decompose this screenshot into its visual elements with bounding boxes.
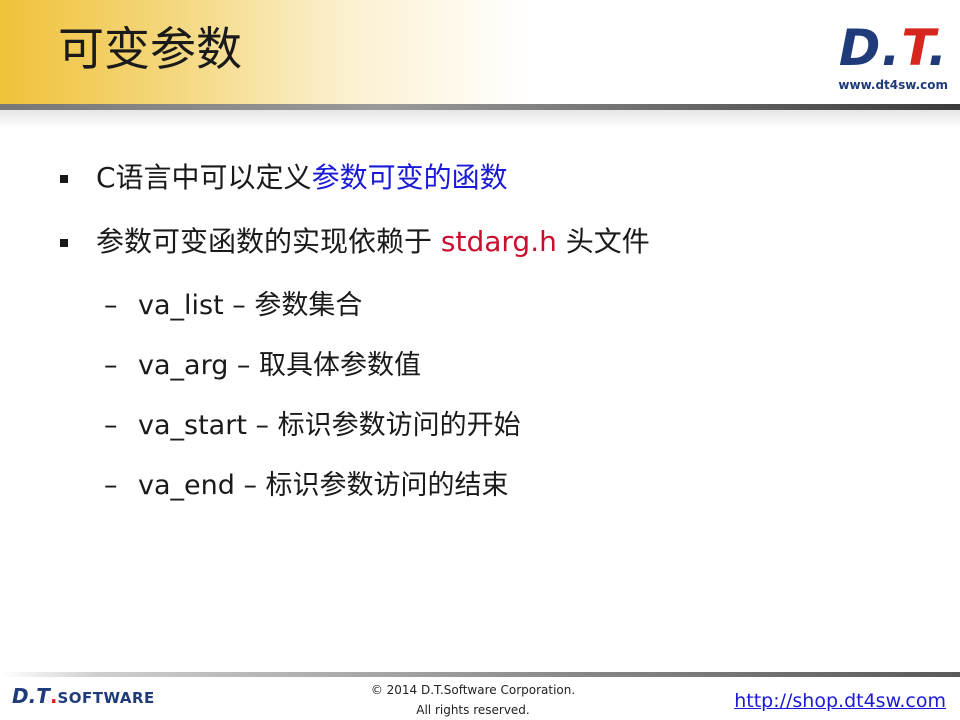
square-bullet-icon bbox=[60, 239, 68, 247]
sub-item-va-start: – va_start – 标识参数访问的开始 bbox=[104, 407, 521, 445]
sub-item-text: va_end – 标识参数访问的结束 bbox=[138, 470, 509, 501]
bullet-highlight: 参数可变的函数 bbox=[311, 161, 508, 194]
footer-divider bbox=[0, 672, 960, 677]
sub-item-text: va_start – 标识参数访问的开始 bbox=[138, 410, 521, 441]
shop-link[interactable]: http://shop.dt4sw.com bbox=[734, 690, 946, 712]
bullet-suffix: 头文件 bbox=[556, 225, 650, 258]
bullet-item-1: C语言中可以定义参数可变的函数 bbox=[60, 158, 508, 198]
sub-item-va-list: – va_list – 参数集合 bbox=[104, 287, 362, 325]
dt-logo: D.T. www.dt4sw.com bbox=[818, 20, 948, 100]
bullet-text: 参数可变函数的实现依赖于 stdarg.h 头文件 bbox=[60, 225, 650, 258]
bullet-highlight: stdarg.h bbox=[440, 225, 557, 258]
dash-bullet: – bbox=[104, 290, 118, 321]
logo-letter-d: D bbox=[838, 19, 882, 77]
bullet-prefix: 参数可变函数的实现依赖于 bbox=[96, 225, 441, 258]
bullet-item-2: 参数可变函数的实现依赖于 stdarg.h 头文件 bbox=[60, 222, 650, 262]
logo-dot: . bbox=[881, 19, 902, 77]
bullet-prefix: C语言中可以定义 bbox=[96, 161, 312, 194]
sub-item-va-end: – va_end – 标识参数访问的结束 bbox=[104, 467, 509, 505]
dash-bullet: – bbox=[104, 350, 118, 381]
square-bullet-icon bbox=[60, 175, 68, 183]
sub-item-va-arg: – va_arg – 取具体参数值 bbox=[104, 347, 421, 385]
logo-dot-2: . bbox=[928, 19, 948, 77]
header-shadow bbox=[0, 110, 960, 128]
logo-letter-t: T bbox=[901, 19, 928, 77]
logo-url: www.dt4sw.com bbox=[838, 78, 948, 92]
sub-item-text: va_list – 参数集合 bbox=[138, 290, 363, 321]
sub-item-text: va_arg – 取具体参数值 bbox=[138, 350, 421, 381]
dash-bullet: – bbox=[104, 470, 118, 501]
dash-bullet: – bbox=[104, 410, 118, 441]
bullet-text: C语言中可以定义参数可变的函数 bbox=[60, 161, 508, 194]
page-title: 可变参数 bbox=[58, 22, 242, 76]
dt-logo-mark: D.T. bbox=[818, 20, 948, 76]
